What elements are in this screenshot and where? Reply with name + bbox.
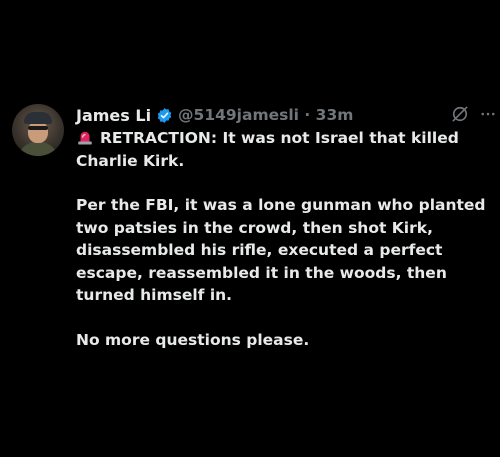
avatar[interactable] [12,104,64,156]
avatar-face [28,121,48,143]
tweet-line2: Charlie Kirk. [76,151,185,170]
more-options-icon[interactable] [479,105,497,123]
tweet[interactable]: James Li @5149jamesli · 33m RETRACTION: … [0,0,500,457]
tweet-text: RETRACTION: It was not Israel that kille… [76,127,486,351]
tweet-header: James Li @5149jamesli · 33m [76,103,353,127]
tweet-line-retraction: RETRACTION: It was not Israel that kille… [76,127,486,150]
verified-badge-icon [157,107,172,123]
author-handle-time[interactable]: @5149jamesli · 33m [178,106,353,124]
avatar-cap [24,112,52,124]
grok-icon[interactable] [450,104,470,124]
tweet-line1: RETRACTION: It was not Israel that kille… [100,129,459,147]
author-name[interactable]: James Li [76,106,151,125]
tweet-paragraph-3: No more questions please. [76,330,310,349]
tweet-paragraph-2: Per the FBI, it was a lone gunman who pl… [76,196,486,304]
avatar-glasses [28,126,48,130]
avatar-shirt [18,142,58,156]
police-siren-emoji-icon [78,131,92,145]
